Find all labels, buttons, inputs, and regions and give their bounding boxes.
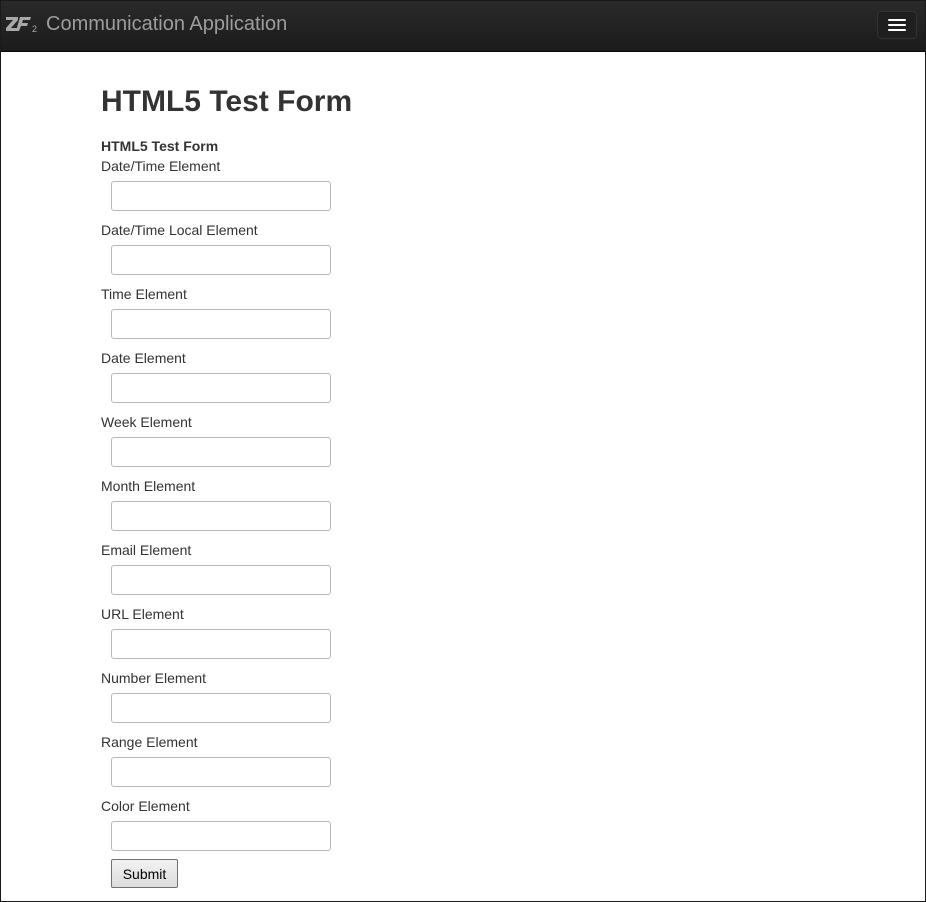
hamburger-bar [888,29,906,31]
form-legend: HTML5 Test Form [101,138,219,154]
number-input[interactable] [111,693,331,723]
field-label: Month Element [101,478,196,494]
field-label: URL Element [101,606,184,622]
field-label: Email Element [101,542,192,558]
url-input[interactable] [111,629,331,659]
field-email: Email Element [101,541,501,595]
field-month: Month Element [101,477,501,531]
field-url: URL Element [101,605,501,659]
zend-framework-logo-icon: 2 [6,17,37,34]
field-range: Range Element [101,733,501,787]
week-input[interactable] [111,437,331,467]
field-label: Color Element [101,798,190,814]
app-title: Communication Application [46,13,288,35]
field-datetime-local: Date/Time Local Element [101,221,501,275]
field-date: Date Element [101,349,501,403]
page-title: HTML5 Test Form [101,85,353,118]
svg-text:2: 2 [32,24,37,34]
field-label: Date/Time Local Element [101,222,258,238]
range-input[interactable] [111,757,331,787]
email-input[interactable] [111,565,331,595]
hamburger-bar [888,24,906,26]
hamburger-menu-icon [888,19,906,21]
field-time: Time Element [101,285,501,339]
time-input[interactable] [111,309,331,339]
field-label: Date/Time Element [101,158,221,174]
field-label: Range Element [101,734,198,750]
date-input[interactable] [111,373,331,403]
datetime-input[interactable] [111,181,331,211]
color-input[interactable] [111,821,331,851]
field-label: Time Element [101,286,187,302]
field-week: Week Element [101,413,501,467]
app-window: 2 Communication Application HTML5 Test F… [0,0,926,902]
field-number: Number Element [101,669,501,723]
field-datetime: Date/Time Element [101,157,501,211]
field-label: Week Element [101,414,192,430]
hamburger-menu-button[interactable] [877,11,917,39]
field-label: Date Element [101,350,186,366]
month-input[interactable] [111,501,331,531]
top-navbar: 2 Communication Application [1,1,925,52]
field-color: Color Element [101,797,501,851]
datetime-local-input[interactable] [111,245,331,275]
brand-link[interactable]: 2 Communication Application [5,1,287,47]
field-label: Number Element [101,670,207,686]
submit-button[interactable]: Submit [111,859,178,888]
